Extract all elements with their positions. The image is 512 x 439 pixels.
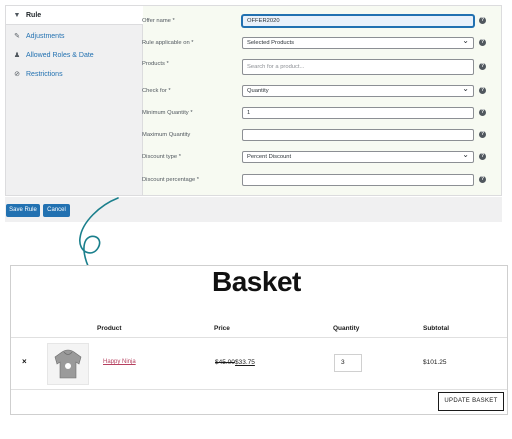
line-subtotal: $101.25 [423,359,447,366]
help-icon[interactable]: ? [479,39,486,46]
header-divider [11,337,507,338]
help-icon[interactable]: ? [479,131,486,138]
col-header-subtotal: Subtotal [423,325,449,332]
check-for-select[interactable]: Quantity [242,84,474,97]
max-quantity-input[interactable] [242,129,474,141]
help-icon[interactable]: ? [479,87,486,94]
row-divider [11,389,507,390]
tab-label: Allowed Roles & Date [26,52,94,59]
col-header-product: Product [97,325,122,332]
help-icon[interactable]: ? [479,153,486,160]
quantity-input[interactable]: 3 [334,354,362,372]
update-basket-button[interactable]: UPDATE BASKET [438,392,504,411]
products-label: Products * [142,61,169,67]
funnel-icon: ▼ [13,11,21,19]
products-search-input[interactable]: Search for a product... [242,59,474,75]
tab-label: Restrictions [26,71,63,78]
col-header-price: Price [214,325,230,332]
help-icon[interactable]: ? [479,17,486,24]
offer-name-label: Offer name * [142,18,175,24]
min-quantity-label: Minimum Quantity * [142,110,193,116]
min-quantity-input[interactable]: 1 [242,107,474,119]
discount-percentage-label: Discount percentage * [142,177,200,183]
tab-allowed-roles-date[interactable]: ♟ Allowed Roles & Date [6,46,143,65]
rule-applicable-label: Rule applicable on * [142,40,194,46]
tab-label: Adjustments [26,33,65,40]
original-price: $45.00 [215,359,235,366]
discount-percentage-input[interactable] [242,174,474,186]
hoodie-icon [54,349,82,379]
rule-editor-panel: ▼ Rule ✎ Adjustments ♟ Allowed Roles & D… [5,5,502,196]
discount-type-label: Discount type * [142,154,181,160]
tab-restrictions[interactable]: ⊘ Restrictions [6,65,143,84]
discount-type-select[interactable]: Percent Discount [242,150,474,163]
rule-applicable-select[interactable]: Selected Products [242,36,474,49]
help-icon[interactable]: ? [479,63,486,70]
product-thumbnail[interactable] [47,343,89,385]
discounted-price: $33.75 [235,359,255,366]
tab-label: Rule [26,11,42,19]
tab-rule[interactable]: ▼ Rule [6,6,143,25]
pencil-icon: ✎ [14,33,20,40]
help-icon[interactable]: ? [479,109,486,116]
person-icon: ♟ [13,52,21,59]
check-for-label: Check for * [142,88,171,94]
max-quantity-label: Maximum Quantity [142,132,191,138]
page-title: Basket [212,266,301,297]
remove-item-button[interactable]: × [22,357,27,366]
save-rule-button[interactable]: Save Rule [6,204,40,217]
offer-name-input[interactable]: OFFER2020 [242,15,474,27]
help-icon[interactable]: ? [479,176,486,183]
action-bar [5,197,502,222]
cancel-button[interactable]: Cancel [43,204,70,217]
ban-icon: ⊘ [14,71,20,78]
tab-adjustments[interactable]: ✎ Adjustments [6,27,143,46]
rule-tabs: ▼ Rule ✎ Adjustments ♟ Allowed Roles & D… [6,6,143,195]
col-header-quantity: Quantity [333,325,360,332]
product-name-link[interactable]: Happy Ninja [103,359,136,365]
